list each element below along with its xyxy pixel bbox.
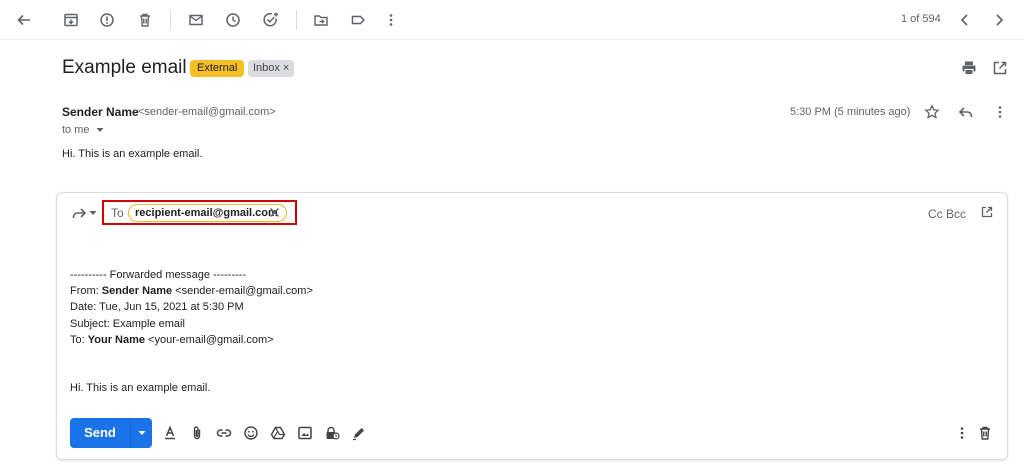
caret-down-icon bbox=[96, 127, 104, 133]
toolbar-divider bbox=[296, 10, 297, 30]
move-to-icon[interactable] bbox=[309, 8, 333, 32]
back-arrow-icon[interactable] bbox=[12, 8, 36, 32]
email-subject: Example email bbox=[62, 57, 187, 78]
label-icon[interactable] bbox=[346, 8, 370, 32]
discard-draft-trash-icon[interactable] bbox=[976, 424, 994, 442]
print-icon[interactable] bbox=[957, 56, 981, 80]
insert-emoji-icon[interactable] bbox=[242, 424, 260, 442]
confidential-mode-icon[interactable] bbox=[323, 424, 341, 442]
from-name: Sender Name bbox=[101, 285, 173, 297]
add-task-icon[interactable] bbox=[259, 8, 283, 32]
forward-to-line: To: Your Name <your-email@gmail.com> bbox=[70, 334, 274, 346]
forward-compose-box bbox=[56, 192, 1008, 460]
sender-email: <sender-email@gmail.com> bbox=[138, 106, 276, 118]
insert-photo-icon[interactable] bbox=[296, 424, 314, 442]
send-button-group: Send bbox=[70, 418, 152, 448]
forward-from-line: From: Sender Name <sender-email@gmail.co… bbox=[70, 285, 313, 297]
schedule-send-caret-icon[interactable] bbox=[131, 418, 152, 448]
message-more-icon[interactable] bbox=[988, 100, 1012, 124]
remove-label-close-icon[interactable]: × bbox=[283, 62, 289, 74]
newer-chevron-left-icon[interactable] bbox=[953, 8, 977, 32]
message-body: Hi. This is an example email. bbox=[62, 148, 203, 160]
forward-date-line: Date: Tue, Jun 15, 2021 at 5:30 PM bbox=[70, 301, 244, 313]
snooze-icon[interactable] bbox=[221, 8, 245, 32]
to-label: To: bbox=[70, 334, 88, 346]
cc-bcc-link[interactable]: Cc Bcc bbox=[928, 207, 966, 221]
attach-file-icon[interactable] bbox=[188, 424, 206, 442]
forward-body: Hi. This is an example email. bbox=[70, 382, 211, 394]
compose-more-options-icon[interactable] bbox=[953, 424, 971, 442]
pager-count: 1 of 594 bbox=[901, 13, 941, 25]
forward-subject-line: Subject: Example email bbox=[70, 318, 185, 330]
send-button[interactable]: Send bbox=[70, 418, 130, 448]
insert-link-icon[interactable] bbox=[215, 424, 233, 442]
to-name: Your Name bbox=[87, 334, 145, 346]
inbox-label-text: Inbox bbox=[253, 62, 280, 74]
inbox-label: Inbox × bbox=[248, 60, 295, 77]
sender-name[interactable]: Sender Name bbox=[62, 105, 139, 119]
more-icon[interactable] bbox=[379, 8, 403, 32]
older-chevron-right-icon[interactable] bbox=[987, 8, 1011, 32]
from-email: <sender-email@gmail.com> bbox=[172, 285, 313, 297]
delete-icon[interactable] bbox=[133, 8, 157, 32]
formatting-options-icon[interactable] bbox=[161, 424, 179, 442]
to-me-text: to me bbox=[62, 124, 90, 136]
to-email: <your-email@gmail.com> bbox=[145, 334, 274, 346]
from-label: From: bbox=[70, 285, 102, 297]
archive-icon[interactable] bbox=[59, 8, 83, 32]
toolbar: 1 of 594 bbox=[0, 0, 1024, 40]
forward-separator: ---------- Forwarded message --------- bbox=[70, 269, 246, 281]
reply-icon[interactable] bbox=[954, 100, 978, 124]
toolbar-divider bbox=[170, 10, 171, 30]
message-time: 5:30 PM (5 minutes ago) bbox=[790, 106, 911, 118]
signature-pen-icon[interactable] bbox=[350, 424, 368, 442]
open-new-window-icon[interactable] bbox=[988, 56, 1012, 80]
report-spam-icon[interactable] bbox=[95, 8, 119, 32]
google-drive-icon[interactable] bbox=[269, 424, 287, 442]
popout-compose-icon[interactable] bbox=[978, 203, 996, 221]
recipient-details-toggle[interactable]: to me bbox=[62, 124, 104, 136]
star-icon[interactable] bbox=[920, 100, 944, 124]
external-label: External bbox=[190, 60, 245, 77]
to-field-highlight-box bbox=[102, 200, 297, 225]
mark-unread-icon[interactable] bbox=[184, 8, 208, 32]
reply-type-caret-icon[interactable] bbox=[87, 201, 99, 225]
